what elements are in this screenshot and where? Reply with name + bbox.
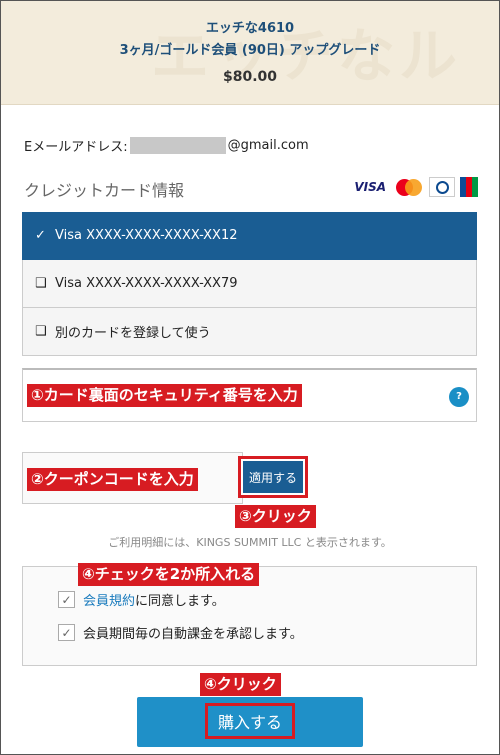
card-brand-logos: VISA — [354, 177, 478, 197]
agree-autobill-row: ✓ 会員期間毎の自動課金を承認します。 — [58, 623, 303, 642]
apply-coupon-button[interactable]: 適用する — [238, 456, 308, 498]
help-icon[interactable]: ? — [449, 387, 469, 407]
email-redaction — [129, 137, 226, 154]
card-option-visa-79[interactable]: ❑ Visa XXXX-XXXX-XXXX-XX79 — [22, 260, 477, 308]
billing-note: ご利用明細には、KINGS SUMMIT LLC と表示されます。 — [108, 536, 392, 549]
annotation-security-code: ①カード裏面のセキュリティ番号を入力 — [27, 384, 302, 407]
checkbox-icon: ❑ — [35, 276, 47, 291]
card-options: ✓ Visa XXXX-XXXX-XXXX-XX12 ❑ Visa XXXX-X… — [22, 212, 477, 356]
checkmark-icon: ✓ — [35, 228, 46, 243]
agree-terms-text: に同意します。 — [135, 594, 225, 609]
email-row: Eメールアドレス: @gmail.com — [24, 136, 309, 155]
checkbox-icon: ❑ — [35, 324, 47, 339]
annotation-click-buy: ④クリック — [200, 673, 281, 696]
email-domain: @gmail.com — [227, 138, 309, 153]
product-header: エッチなル エッチな4610 3ヶ月/ゴールド会員 (90日) アップグレード … — [1, 1, 499, 105]
jcb-logo — [460, 177, 478, 197]
email-label: Eメールアドレス: — [24, 140, 128, 155]
annotation-coupon: ②クーポンコードを入力 — [27, 468, 198, 491]
mastercard-logo — [394, 178, 424, 197]
annotation-check-two: ④チェックを2か所入れる — [78, 563, 260, 586]
agree-autobill-text: 会員期間毎の自動課金を承認します。 — [83, 627, 303, 642]
apply-coupon-label: 適用する — [243, 461, 303, 493]
card-option-label: Visa XXXX-XXXX-XXXX-XX79 — [55, 276, 238, 291]
agree-autobill-checkbox[interactable]: ✓ — [58, 624, 75, 641]
visa-logo: VISA — [354, 180, 386, 194]
agree-terms-row: ✓ 会員規約 に同意します。 — [58, 590, 225, 609]
credit-card-section-title: クレジットカード情報 — [24, 181, 185, 200]
annotation-click-apply: ③クリック — [235, 505, 316, 528]
card-option-label: 別のカードを登録して使う — [55, 326, 211, 341]
diners-club-logo — [429, 177, 455, 197]
card-option-label: Visa XXXX-XXXX-XXXX-XX12 — [55, 228, 238, 243]
price: $80.00 — [222, 69, 278, 85]
purchase-label: 購入する — [205, 703, 295, 739]
card-option-visa-12[interactable]: ✓ Visa XXXX-XXXX-XXXX-XX12 — [22, 212, 477, 260]
product-name: エッチな4610 — [205, 21, 295, 36]
purchase-button[interactable]: 購入する — [137, 697, 363, 747]
plan-name: 3ヶ月/ゴールド会員 (90日) アップグレード — [119, 43, 381, 58]
agree-terms-checkbox[interactable]: ✓ — [58, 591, 75, 608]
terms-link[interactable]: 会員規約 — [83, 590, 135, 609]
card-option-new-card[interactable]: ❑ 別のカードを登録して使う — [22, 308, 477, 356]
